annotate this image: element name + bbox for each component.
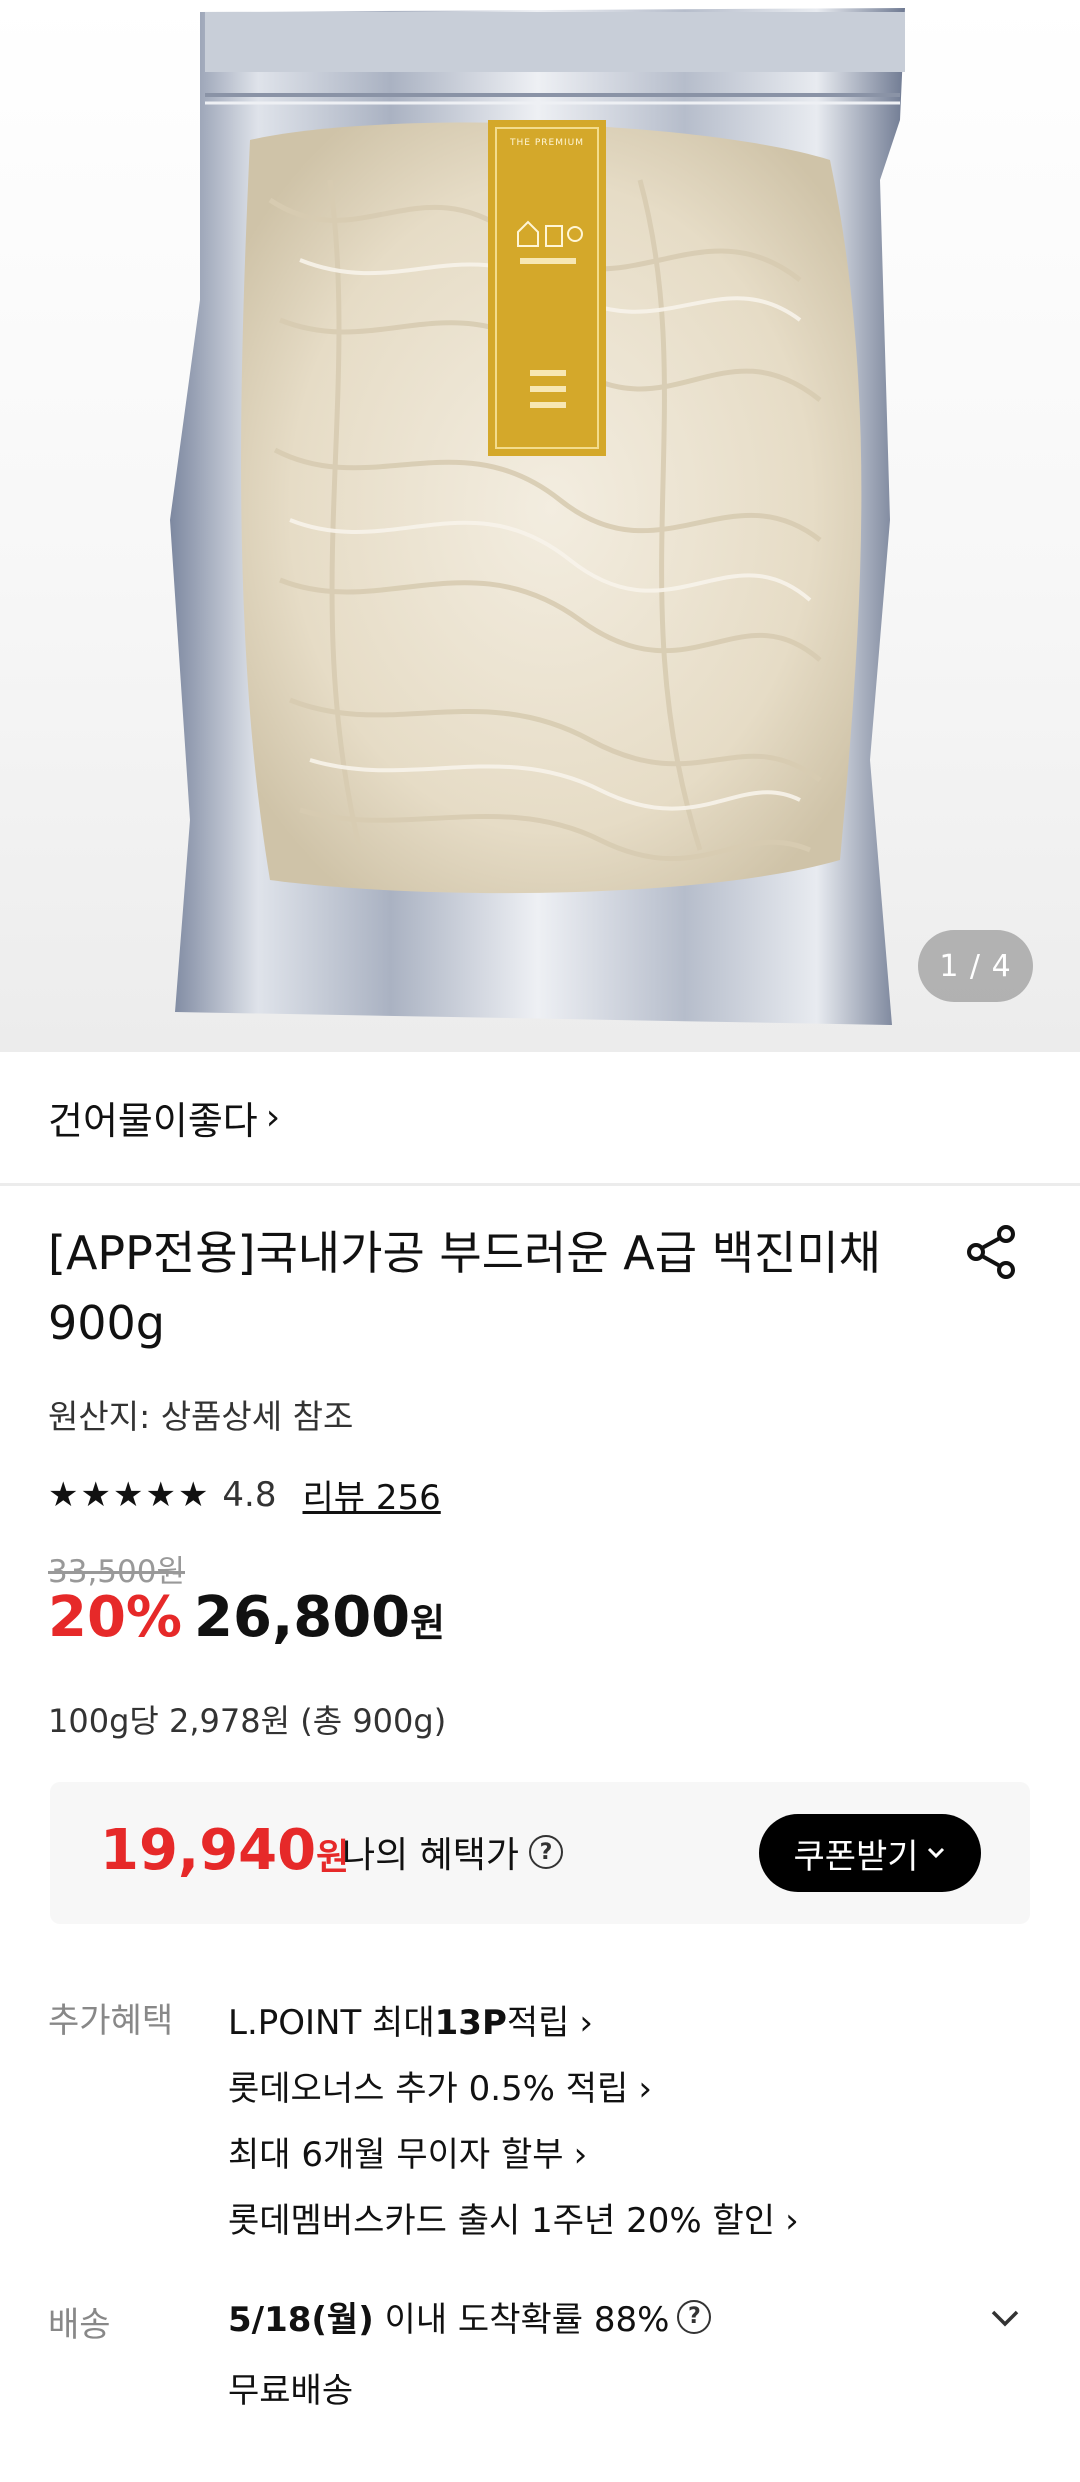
star-icon: ★ [80,1474,111,1515]
extra-benefits-label: 추가혜택 [48,2001,174,2041]
delivery-label: 배송 [48,2305,111,2345]
chevron-right-icon: › [785,2201,799,2241]
benefit-price-amount: 19,940 [100,1818,317,1883]
benefit-bold-text: 13P [434,2003,507,2043]
chevron-right-icon: › [579,2003,594,2043]
chevron-down-icon [927,1847,944,1859]
benefit-price: 19,940 원 [100,1818,349,1883]
star-icon: ★ [48,1474,79,1515]
review-link[interactable]: 리뷰 256 [303,1470,441,1519]
image-counter: 1 / 4 [918,930,1033,1002]
benefit-price-box: 19,940 원 나의 혜택가 ? 쿠폰받기 [50,1782,1030,1924]
coupon-button[interactable]: 쿠폰받기 [759,1814,981,1892]
benefit-text: 롯데멤버스카드 출시 1주년 20% 할인 [228,2201,776,2241]
unit-price: 100g당 2,978원 (총 900g) [48,1702,447,1740]
benefit-item-lpoint[interactable]: L.POINT 최대 13P 적립 › [228,1990,799,2056]
sale-price-unit: 원 [410,1601,446,1645]
product-title: [APP전용]국내가공 부드러운 A급 백진미채 900g [48,1226,881,1350]
product-image-gallery[interactable]: THE PREMIUM 1 / 4 [0,0,1080,1052]
delivery-info: 5/18(월) 이내 도착확률 88% ? 무료배송 [228,2292,712,2412]
discount-rate: 20% [48,1585,183,1650]
coupon-button-label: 쿠폰받기 [793,1836,919,1877]
chevron-right-icon: › [638,2069,652,2109]
extra-benefits-list: L.POINT 최대 13P 적립 › 롯데오너스 추가 0.5% 적립 › 최… [228,1990,799,2254]
divider [0,1183,1080,1186]
benefit-text: 적립 [506,2003,570,2043]
star-icon: ★ [112,1474,144,1515]
price-row: 20% 26,800 원 [48,1585,445,1650]
benefit-text: 롯데오너스 추가 0.5% 적립 [228,2069,629,2109]
benefit-price-label-row: 나의 혜택가 ? [342,1826,564,1878]
chevron-down-icon[interactable] [985,2298,1025,2338]
benefit-price-label: 나의 혜택가 [342,1835,520,1876]
chevron-right-icon: › [573,2135,588,2175]
delivery-probability: 이내 도착확률 88% [373,2300,670,2340]
rating-stars: ★ ★ ★ ★ ★ [48,1478,208,1512]
help-circle-icon[interactable]: ? [677,2299,712,2334]
origin-text: 원산지: 상품상세 참조 [48,1397,354,1436]
benefit-item-lotte-owners[interactable]: 롯데오너스 추가 0.5% 적립 › [228,2056,799,2122]
sale-price: 26,800 [194,1585,411,1650]
star-icon: ★ [177,1474,209,1515]
benefit-text: 최대 6개월 무이자 할부 [228,2135,564,2175]
delivery-estimate: 5/18(월) 이내 도착확률 88% ? [228,2292,712,2341]
label-text: THE PREMIUM [509,138,584,148]
rating-row: ★ ★ ★ ★ ★ 4.8 리뷰 256 [48,1470,441,1519]
share-icon[interactable] [962,1222,1022,1282]
star-icon: ★ [145,1474,176,1515]
help-circle-icon[interactable]: ? [529,1835,564,1869]
seller-link[interactable]: 건어물이좋다 › [48,1090,280,1145]
rating-value: 4.8 [222,1474,277,1515]
shipping-fee: 무료배송 [228,2371,354,2411]
benefit-text: L.POINT 최대 [228,2003,435,2043]
seller-name: 건어물이좋다 [48,1099,258,1143]
benefit-item-members-card[interactable]: 롯데멤버스카드 출시 1주년 20% 할인 › [228,2188,799,2254]
delivery-date: 5/18(월) [228,2300,374,2340]
product-photo: THE PREMIUM [170,8,905,1025]
benefit-item-installment[interactable]: 최대 6개월 무이자 할부 › [228,2122,799,2188]
chevron-right-icon: › [265,1097,281,1138]
